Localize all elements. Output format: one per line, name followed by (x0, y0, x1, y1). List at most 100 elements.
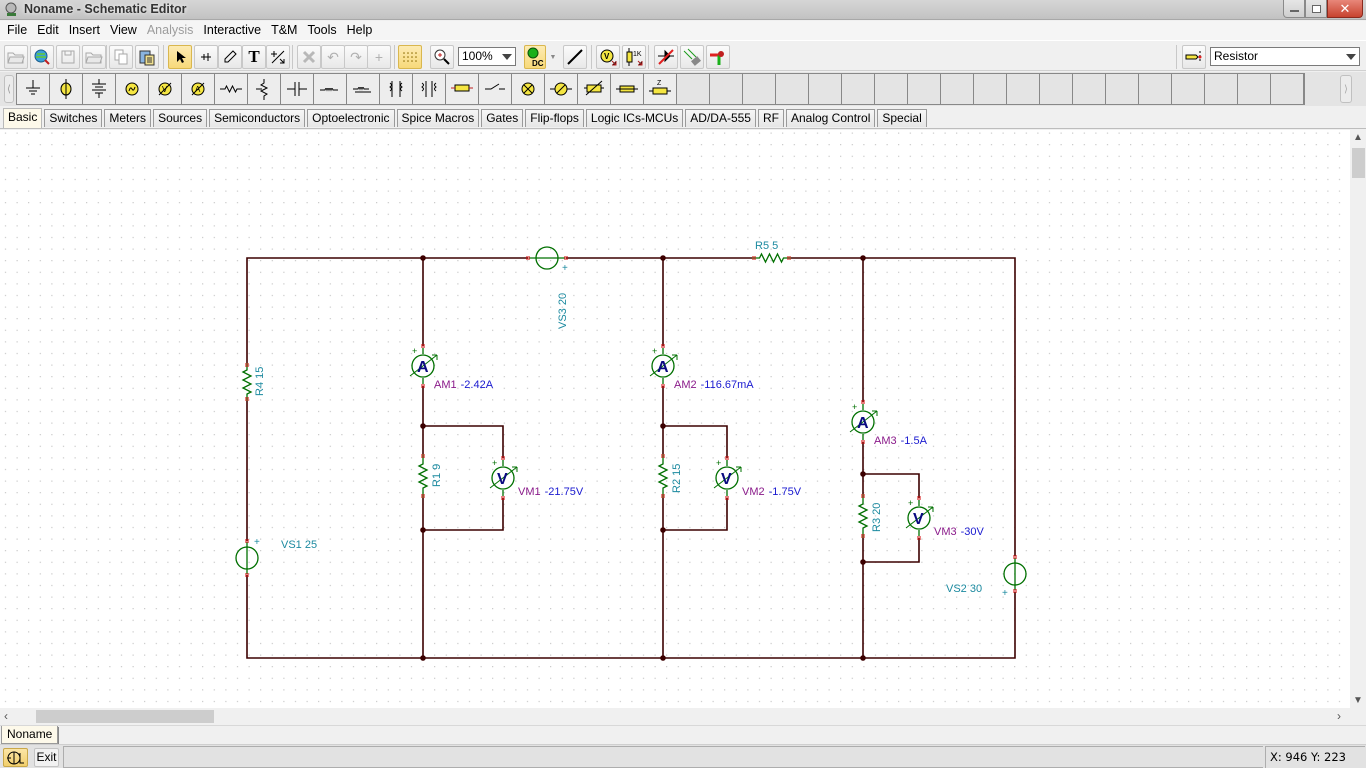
horizontal-scroll-thumb[interactable] (36, 710, 214, 723)
plus-sign: + (716, 458, 721, 468)
horizontal-scrollbar[interactable]: ‹ › (0, 708, 1350, 725)
zoom-level-select[interactable]: 100% (458, 47, 516, 66)
tab-switches[interactable]: Switches (44, 109, 103, 127)
part-potentiometer[interactable] (248, 74, 281, 104)
component-select[interactable]: Resistor (1210, 47, 1360, 66)
open-recent-button[interactable] (82, 45, 106, 69)
redo-button[interactable]: ↷ (344, 45, 368, 69)
place-component-button[interactable] (1182, 45, 1206, 69)
tab-logic-ics-mcus[interactable]: Logic ICs-MCUs (585, 109, 684, 127)
plus-sign: + (852, 402, 857, 412)
analysis-mode-dropdown[interactable]: ▼ (547, 45, 559, 69)
parts-scroll-right-button[interactable]: ⟩ (1340, 75, 1352, 103)
select-button[interactable] (168, 45, 192, 69)
web-search-button[interactable] (30, 45, 54, 69)
menu-analysis[interactable]: Analysis (142, 21, 199, 40)
save-button[interactable] (56, 45, 80, 69)
menu-edit[interactable]: Edit (32, 21, 64, 40)
tab-gates[interactable]: Gates (481, 109, 524, 127)
maximize-button[interactable] (1305, 0, 1327, 18)
tab-rf[interactable]: RF (757, 109, 784, 127)
junction-button[interactable]: + (367, 45, 391, 69)
part-relay[interactable] (446, 74, 479, 104)
analysis-mode-button[interactable]: DC (524, 45, 546, 69)
part-fuse[interactable] (611, 74, 644, 104)
impedance-icon: Z (649, 80, 671, 95)
part-motor[interactable] (545, 74, 578, 104)
tab-meters[interactable]: Meters (104, 109, 152, 127)
title-bar: Noname - Schematic Editor ✕ (0, 0, 1366, 20)
scroll-right-icon[interactable]: › (1337, 709, 1341, 723)
menu-tools[interactable]: Tools (302, 21, 341, 40)
part-switch[interactable] (479, 74, 512, 104)
fault-button[interactable] (654, 45, 678, 69)
vertical-scrollbar[interactable]: ▲ ▼ (1350, 130, 1366, 708)
tab-ad-da-555[interactable]: AD/DA-555 (685, 109, 756, 127)
part-voltmeter[interactable]: V (149, 74, 182, 104)
schematic-icon (6, 751, 24, 764)
part-thermistor[interactable] (578, 74, 611, 104)
grid-toggle-button[interactable] (398, 45, 422, 69)
part-battery-source[interactable] (50, 74, 83, 104)
probe-button[interactable] (563, 45, 587, 69)
wire-button[interactable] (194, 45, 218, 69)
meter-symbol: A (417, 359, 429, 376)
open-button[interactable] (4, 45, 28, 69)
part-impedance[interactable]: Z (644, 74, 677, 104)
document-tab-noname[interactable]: Noname (1, 726, 59, 744)
schematic-drawing[interactable]: A A A V V V R4 15 R1 9 R2 15 R3 20 R5 5 + VS3 20 + VS… (0, 130, 1350, 708)
part-multi-cell-battery[interactable] (83, 74, 116, 104)
optical-icon (683, 48, 701, 66)
scroll-down-icon[interactable]: ▼ (1353, 695, 1363, 706)
undo-button[interactable]: ↶ (321, 45, 345, 69)
part-ideal-transformer[interactable] (413, 74, 446, 104)
part-lamp[interactable] (512, 74, 545, 104)
meter-symbol: A (857, 415, 869, 432)
exit-button[interactable]: Exit (34, 748, 59, 767)
part-transformer[interactable] (380, 74, 413, 104)
parts-scroll-left-button[interactable]: ⟨ (4, 75, 14, 103)
part-capacitor[interactable] (281, 74, 314, 104)
menu-file[interactable]: File (2, 21, 32, 40)
part-ac-source[interactable] (116, 74, 149, 104)
copy-button[interactable] (109, 45, 133, 69)
scroll-up-icon[interactable]: ▲ (1353, 132, 1363, 143)
tab-analog-control[interactable]: Analog Control (785, 109, 876, 127)
minimize-button[interactable] (1283, 0, 1305, 18)
close-button[interactable]: ✕ (1327, 0, 1363, 18)
part-slot-empty (710, 74, 743, 104)
menu-help[interactable]: Help (342, 21, 378, 40)
value-tool-button[interactable]: 1K (622, 45, 646, 69)
zoom-button[interactable] (430, 45, 454, 69)
part-ground[interactable] (17, 74, 50, 104)
schematic-mode-button[interactable] (3, 748, 28, 767)
tab-flip-flops[interactable]: Flip-flops (525, 109, 584, 127)
part-inductor[interactable] (314, 74, 347, 104)
tab-sources[interactable]: Sources (153, 109, 208, 127)
tab-basic[interactable]: Basic (3, 108, 43, 128)
line-tool-button[interactable] (266, 45, 290, 69)
menu-interactive[interactable]: Interactive (198, 21, 266, 40)
scroll-left-icon[interactable]: ‹ (4, 709, 8, 723)
meter-tool-button[interactable]: V (596, 45, 620, 69)
pin-button[interactable] (706, 45, 730, 69)
tab-semiconductors[interactable]: Semiconductors (209, 109, 306, 127)
optical-button[interactable] (680, 45, 704, 69)
status-message-field (63, 746, 1263, 768)
menu-tm[interactable]: T&M (266, 21, 302, 40)
tab-optoelectronic[interactable]: Optoelectronic (307, 109, 395, 127)
junction-dot (420, 655, 426, 661)
delete-button[interactable] (297, 45, 321, 69)
text-button[interactable]: T (242, 45, 266, 69)
part-ammeter[interactable]: A (182, 74, 215, 104)
paste-button[interactable] (135, 45, 159, 69)
menu-insert[interactable]: Insert (64, 21, 105, 40)
part-coupled-inductor[interactable] (347, 74, 380, 104)
tab-special[interactable]: Special (877, 109, 927, 127)
schematic-canvas[interactable]: A A A V V V R4 15 R1 9 R2 15 R3 20 R5 5 + VS3 20 + VS… (0, 130, 1350, 708)
pen-button[interactable] (218, 45, 242, 69)
tab-spice-macros[interactable]: Spice Macros (396, 109, 480, 127)
part-resistor[interactable] (215, 74, 248, 104)
menu-view[interactable]: View (105, 21, 142, 40)
vertical-scroll-thumb[interactable] (1352, 148, 1365, 178)
